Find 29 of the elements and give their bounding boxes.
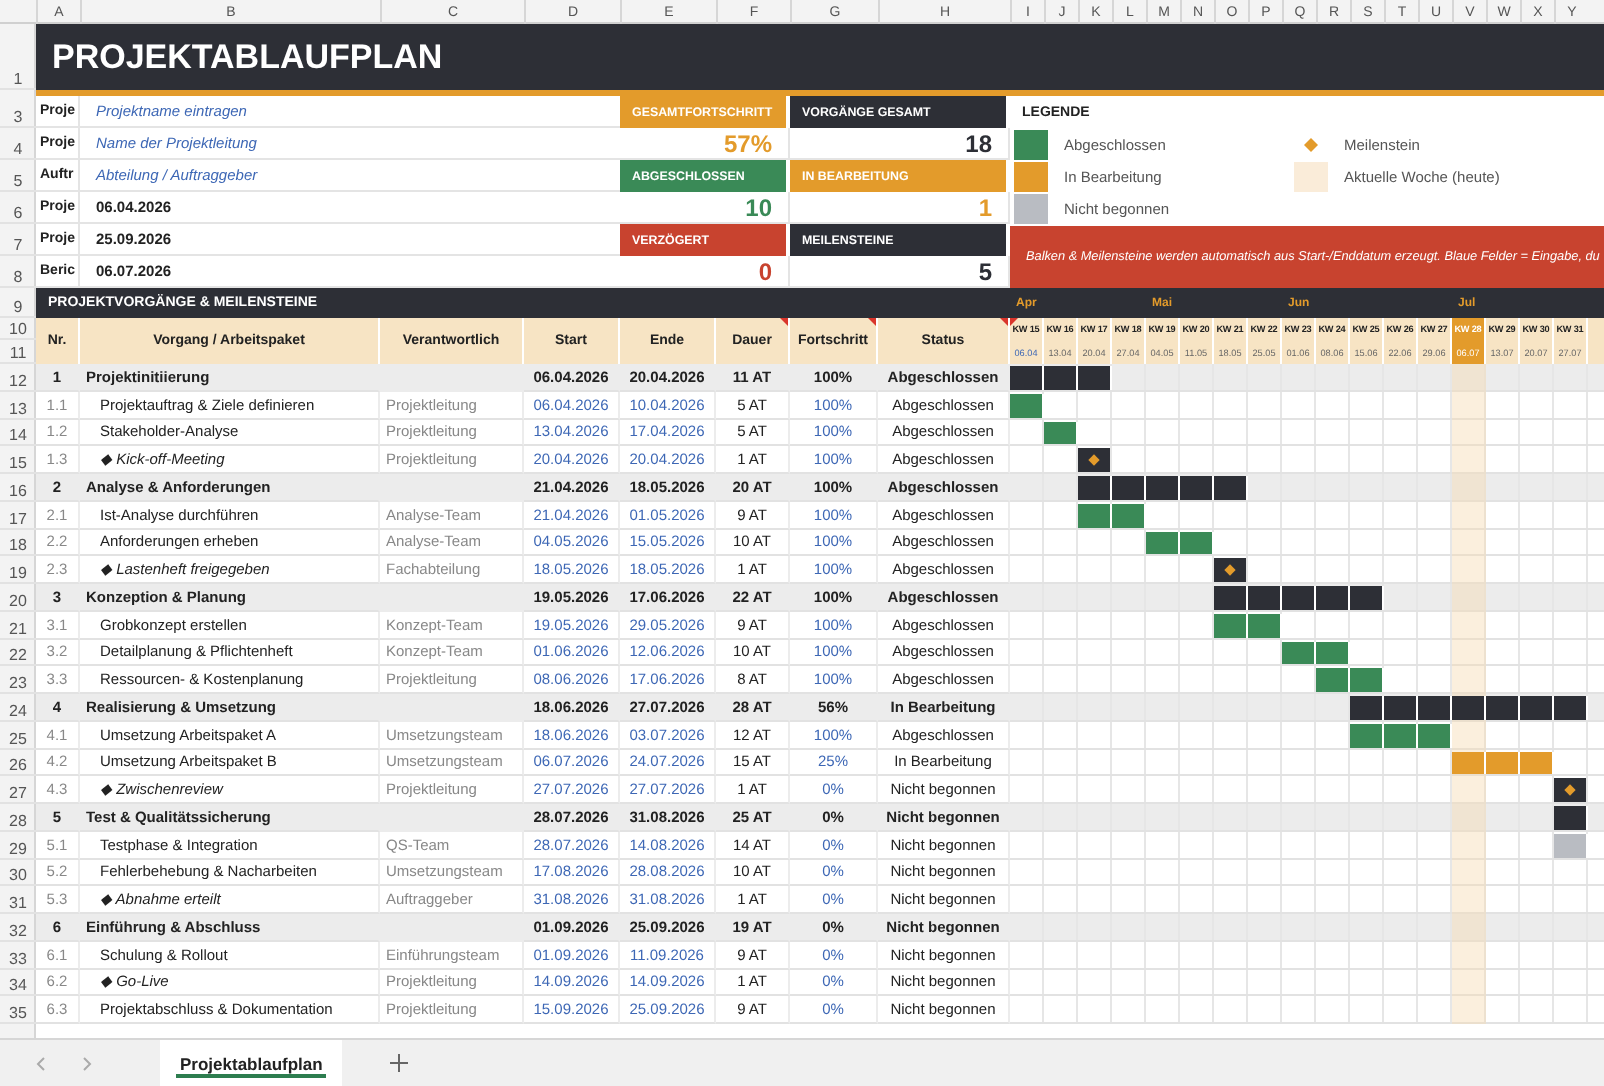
row-number: 4: [0, 128, 36, 160]
row-number: 5: [0, 160, 36, 192]
row-number: 3: [0, 96, 36, 128]
row-number: 31: [0, 886, 36, 914]
row-number: 25: [0, 721, 36, 749]
chevron-right-icon[interactable]: [82, 1055, 92, 1071]
row-number: 30: [0, 859, 36, 887]
chevron-left-icon[interactable]: [36, 1055, 46, 1071]
row-number: 33: [0, 941, 36, 969]
row-number: 26: [0, 749, 36, 777]
row-number: 8: [0, 256, 36, 288]
row-number: 29: [0, 831, 36, 859]
row-number: 15: [0, 446, 36, 474]
row-number: 22: [0, 639, 36, 667]
row-number: 34: [0, 969, 36, 997]
row-number: 18: [0, 529, 36, 557]
row-number: 14: [0, 419, 36, 447]
row-number: 35: [0, 996, 36, 1024]
row-number: 6: [0, 192, 36, 224]
row-number: 23: [0, 666, 36, 694]
row-number: 13: [0, 391, 36, 419]
row-number: 7: [0, 224, 36, 256]
sheet-tab[interactable]: Projektablaufplan: [160, 1040, 343, 1086]
row-number: 17: [0, 501, 36, 529]
sheet-title: PROJEKTABLAUFPLAN: [36, 24, 1604, 90]
row-number: 21: [0, 611, 36, 639]
add-sheet-icon[interactable]: [390, 1054, 409, 1072]
row-number: 19: [0, 556, 36, 584]
row-number: 27: [0, 776, 36, 804]
